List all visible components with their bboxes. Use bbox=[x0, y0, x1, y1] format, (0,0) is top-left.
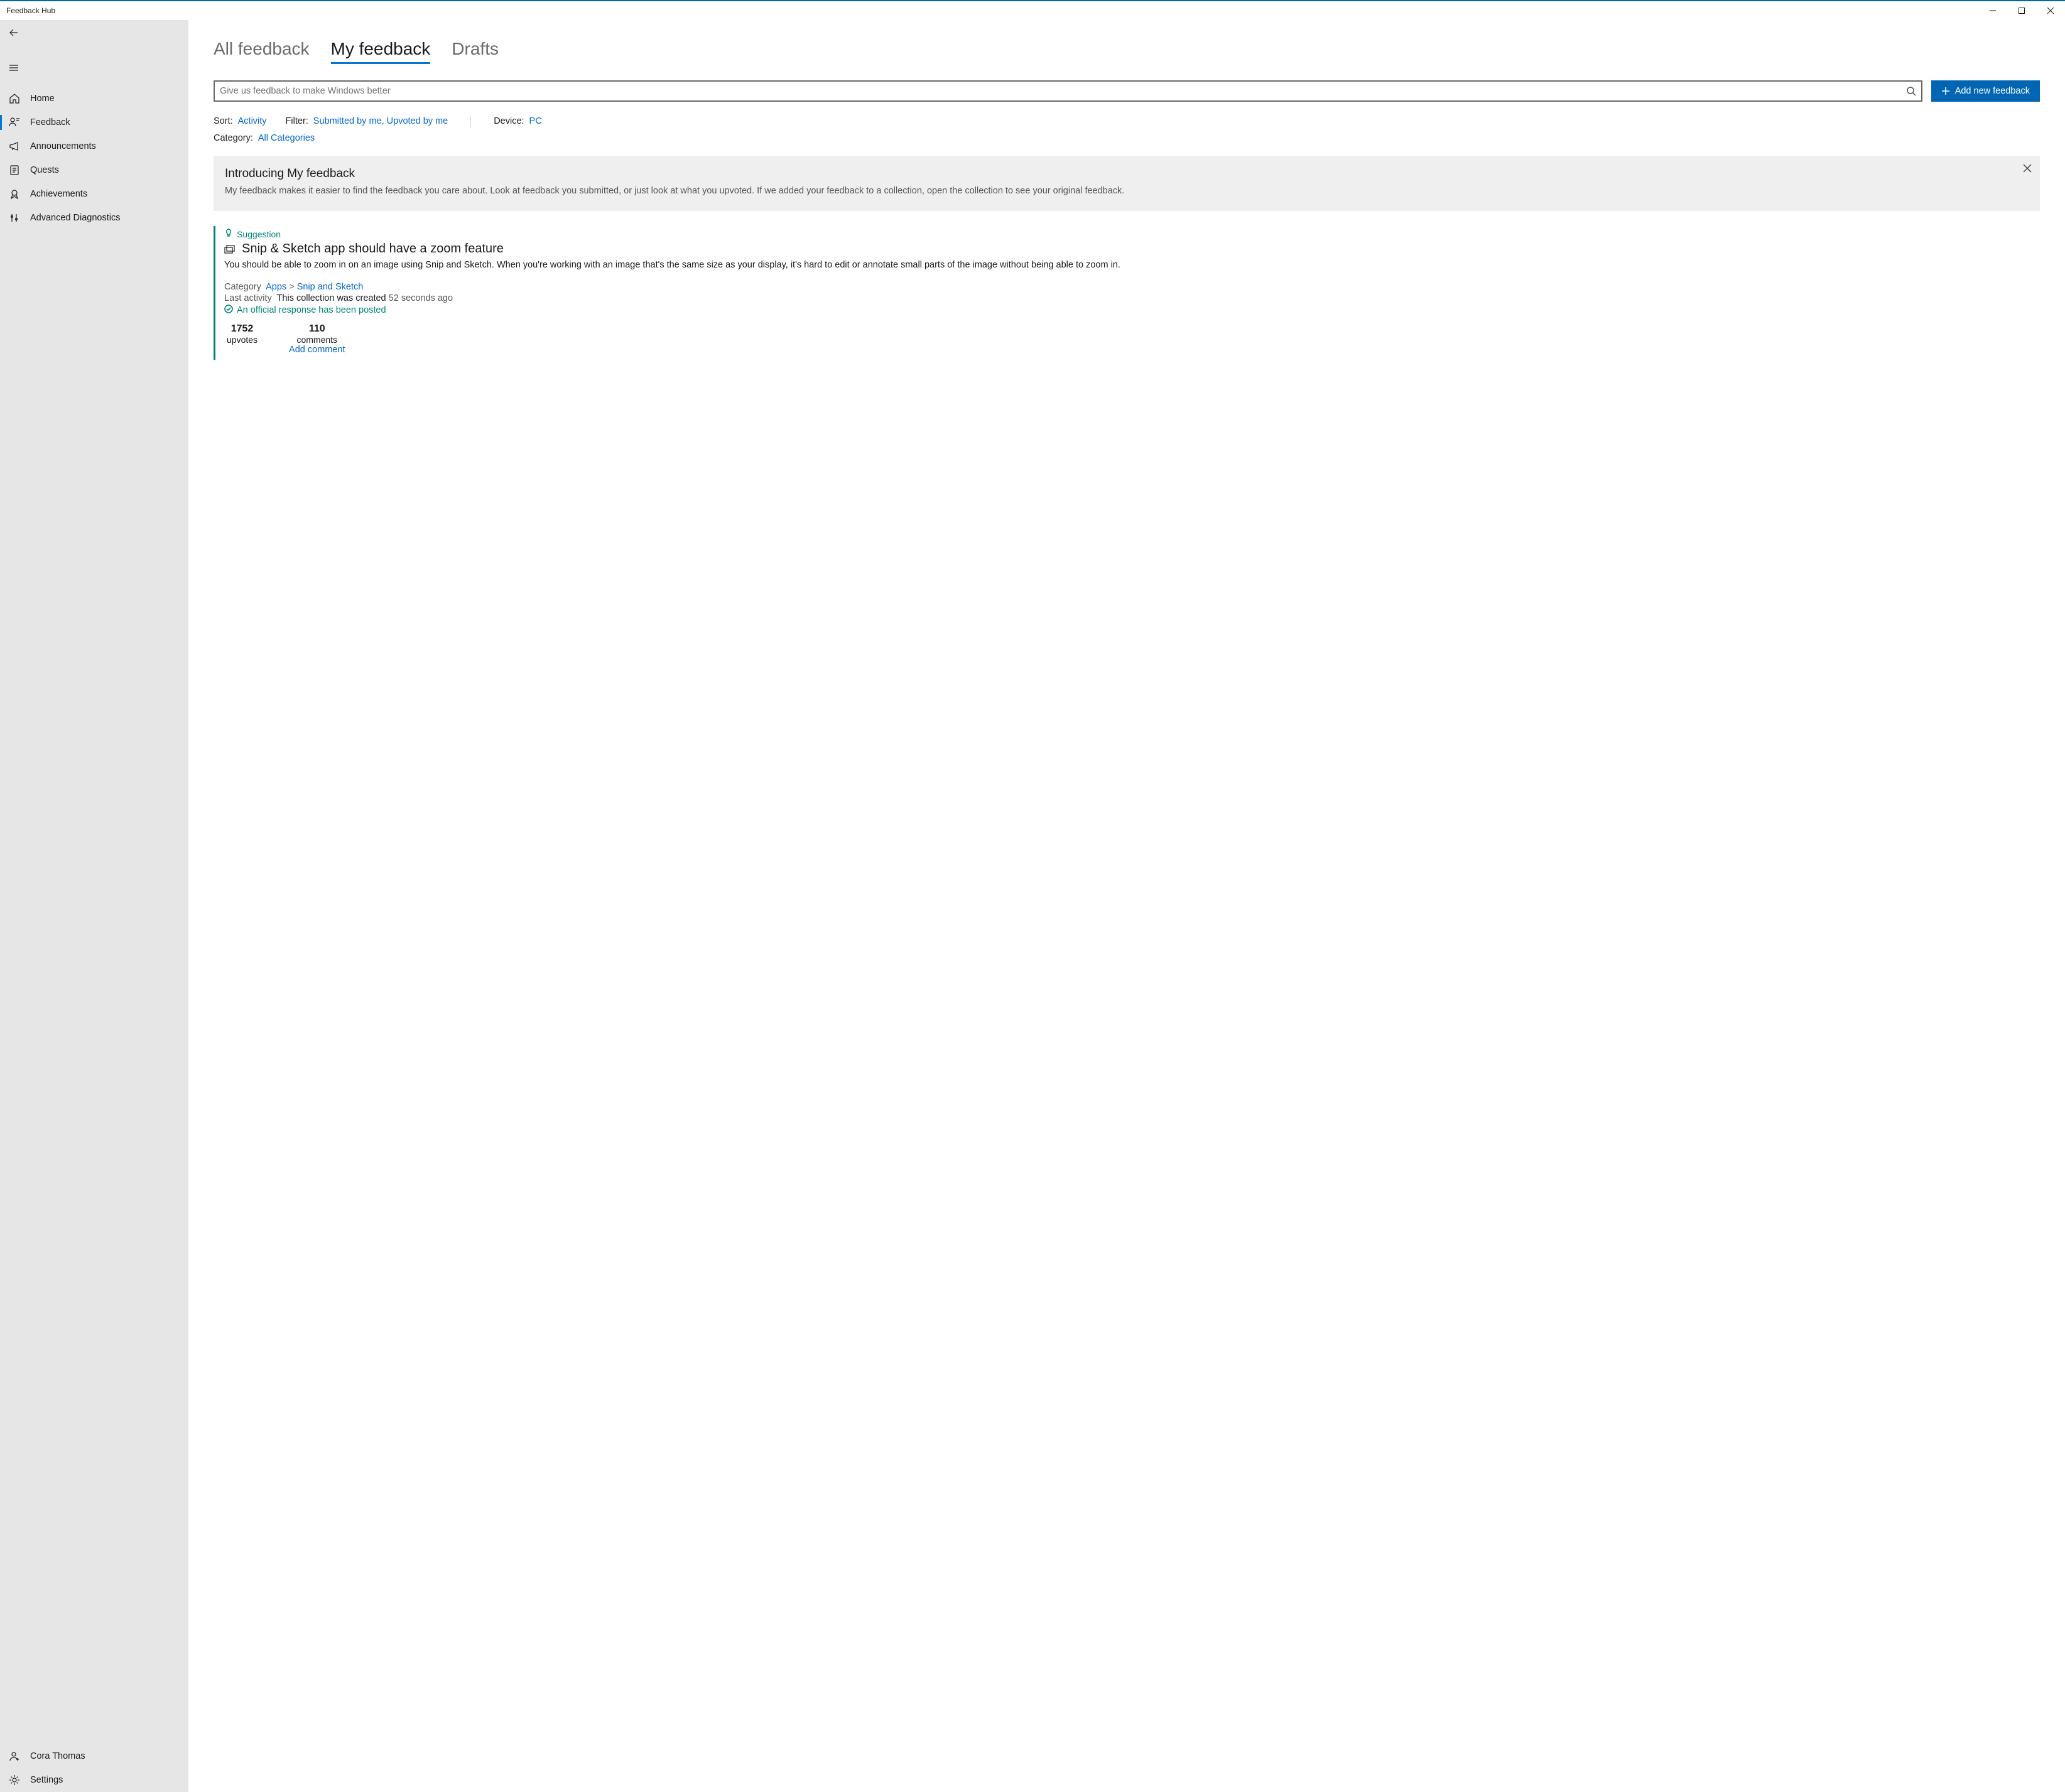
sidebar-item-feedback[interactable]: Feedback bbox=[0, 111, 188, 134]
sidebar-item-label: Home bbox=[30, 94, 55, 104]
comments-count: 110 bbox=[289, 323, 345, 335]
sidebar-item-home[interactable]: Home bbox=[0, 87, 188, 111]
device-dropdown[interactable]: PC bbox=[529, 116, 542, 126]
official-response-link[interactable]: An official response has been posted bbox=[237, 305, 386, 315]
meta-category-label: Category bbox=[224, 282, 261, 292]
banner-title: Introducing My feedback bbox=[225, 167, 2014, 181]
sidebar-user[interactable]: Cora Thomas bbox=[0, 1744, 188, 1768]
feedback-type-badge: Suggestion bbox=[237, 229, 281, 239]
upvotes-stat[interactable]: 1752 upvotes bbox=[227, 323, 257, 355]
comments-label: comments bbox=[289, 335, 345, 345]
sort-dropdown[interactable]: Activity bbox=[238, 116, 267, 126]
user-name: Cora Thomas bbox=[30, 1751, 85, 1761]
gear-icon bbox=[9, 1774, 20, 1786]
comments-stat: 110 comments Add comment bbox=[289, 323, 345, 355]
activity-text: This collection was created bbox=[277, 293, 386, 303]
banner-close-button[interactable] bbox=[2021, 162, 2034, 175]
sidebar-item-announcements[interactable]: Announcements bbox=[0, 134, 188, 158]
category-link-apps[interactable]: Apps bbox=[266, 282, 286, 292]
device-label: Device: bbox=[494, 116, 524, 126]
maximize-button[interactable] bbox=[2007, 1, 2036, 20]
add-comment-link[interactable]: Add comment bbox=[289, 345, 345, 355]
main-content: All feedback My feedback Drafts Add new … bbox=[188, 20, 2065, 1792]
tab-my-feedback[interactable]: My feedback bbox=[331, 39, 431, 64]
sidebar-item-advanced-diagnostics[interactable]: Advanced Diagnostics bbox=[0, 206, 188, 230]
back-button[interactable] bbox=[0, 20, 188, 45]
sidebar-item-label: Settings bbox=[30, 1775, 63, 1785]
last-activity-label: Last activity bbox=[224, 293, 272, 303]
search-icon[interactable] bbox=[1906, 86, 1916, 96]
lightbulb-icon bbox=[224, 229, 233, 239]
home-icon bbox=[9, 93, 20, 104]
minimize-button[interactable] bbox=[1978, 1, 2007, 20]
feedback-tabs: All feedback My feedback Drafts bbox=[214, 39, 2040, 64]
search-input[interactable] bbox=[220, 86, 1906, 96]
subcategory-link[interactable]: Snip and Sketch bbox=[297, 282, 364, 292]
feedback-card[interactable]: Suggestion Snip & Sketch app should have… bbox=[214, 226, 2040, 359]
add-new-feedback-button[interactable]: Add new feedback bbox=[1931, 80, 2040, 102]
sidebar-item-label: Feedback bbox=[30, 117, 70, 127]
breadcrumb-separator: > bbox=[289, 282, 294, 292]
feedback-body: You should be able to zoom in on an imag… bbox=[224, 259, 2035, 271]
sort-label: Sort: bbox=[214, 116, 233, 126]
add-button-label: Add new feedback bbox=[1955, 86, 2030, 96]
tab-drafts[interactable]: Drafts bbox=[452, 39, 499, 64]
banner-body: My feedback makes it easier to find the … bbox=[225, 185, 2014, 197]
separator bbox=[470, 116, 471, 127]
megaphone-icon bbox=[9, 141, 20, 152]
activity-time: 52 seconds ago bbox=[389, 293, 453, 303]
window-title: Feedback Hub bbox=[6, 6, 55, 15]
checkmark-icon bbox=[224, 305, 233, 316]
info-banner: Introducing My feedback My feedback make… bbox=[214, 156, 2040, 211]
sidebar-item-settings[interactable]: Settings bbox=[0, 1768, 188, 1792]
category-label: Category: bbox=[214, 133, 253, 143]
user-icon bbox=[9, 1751, 20, 1762]
close-window-button[interactable] bbox=[2036, 1, 2065, 20]
filter-dropdown[interactable]: Submitted by me, Upvoted by me bbox=[313, 116, 448, 126]
sliders-icon bbox=[9, 212, 20, 224]
sidebar-item-label: Achievements bbox=[30, 189, 87, 199]
award-icon bbox=[9, 188, 20, 200]
tab-all-feedback[interactable]: All feedback bbox=[214, 39, 310, 64]
titlebar: Feedback Hub bbox=[0, 1, 2065, 20]
sidebar-item-label: Quests bbox=[30, 165, 59, 175]
sidebar-item-quests[interactable]: Quests bbox=[0, 158, 188, 182]
collection-icon bbox=[224, 245, 236, 254]
sidebar: Home Feedback Announcements Quests bbox=[0, 20, 188, 1792]
feedback-icon bbox=[9, 117, 20, 128]
sidebar-item-achievements[interactable]: Achievements bbox=[0, 182, 188, 206]
search-input-container[interactable] bbox=[214, 80, 1922, 102]
hamburger-button[interactable] bbox=[0, 55, 188, 80]
sidebar-item-label: Announcements bbox=[30, 141, 96, 151]
quests-icon bbox=[9, 165, 20, 176]
upvotes-label: upvotes bbox=[227, 335, 257, 345]
filter-label: Filter: bbox=[286, 116, 308, 126]
sidebar-item-label: Advanced Diagnostics bbox=[30, 213, 120, 223]
upvotes-count: 1752 bbox=[227, 323, 257, 335]
feedback-title: Snip & Sketch app should have a zoom fea… bbox=[242, 242, 504, 256]
category-dropdown[interactable]: All Categories bbox=[258, 133, 315, 143]
